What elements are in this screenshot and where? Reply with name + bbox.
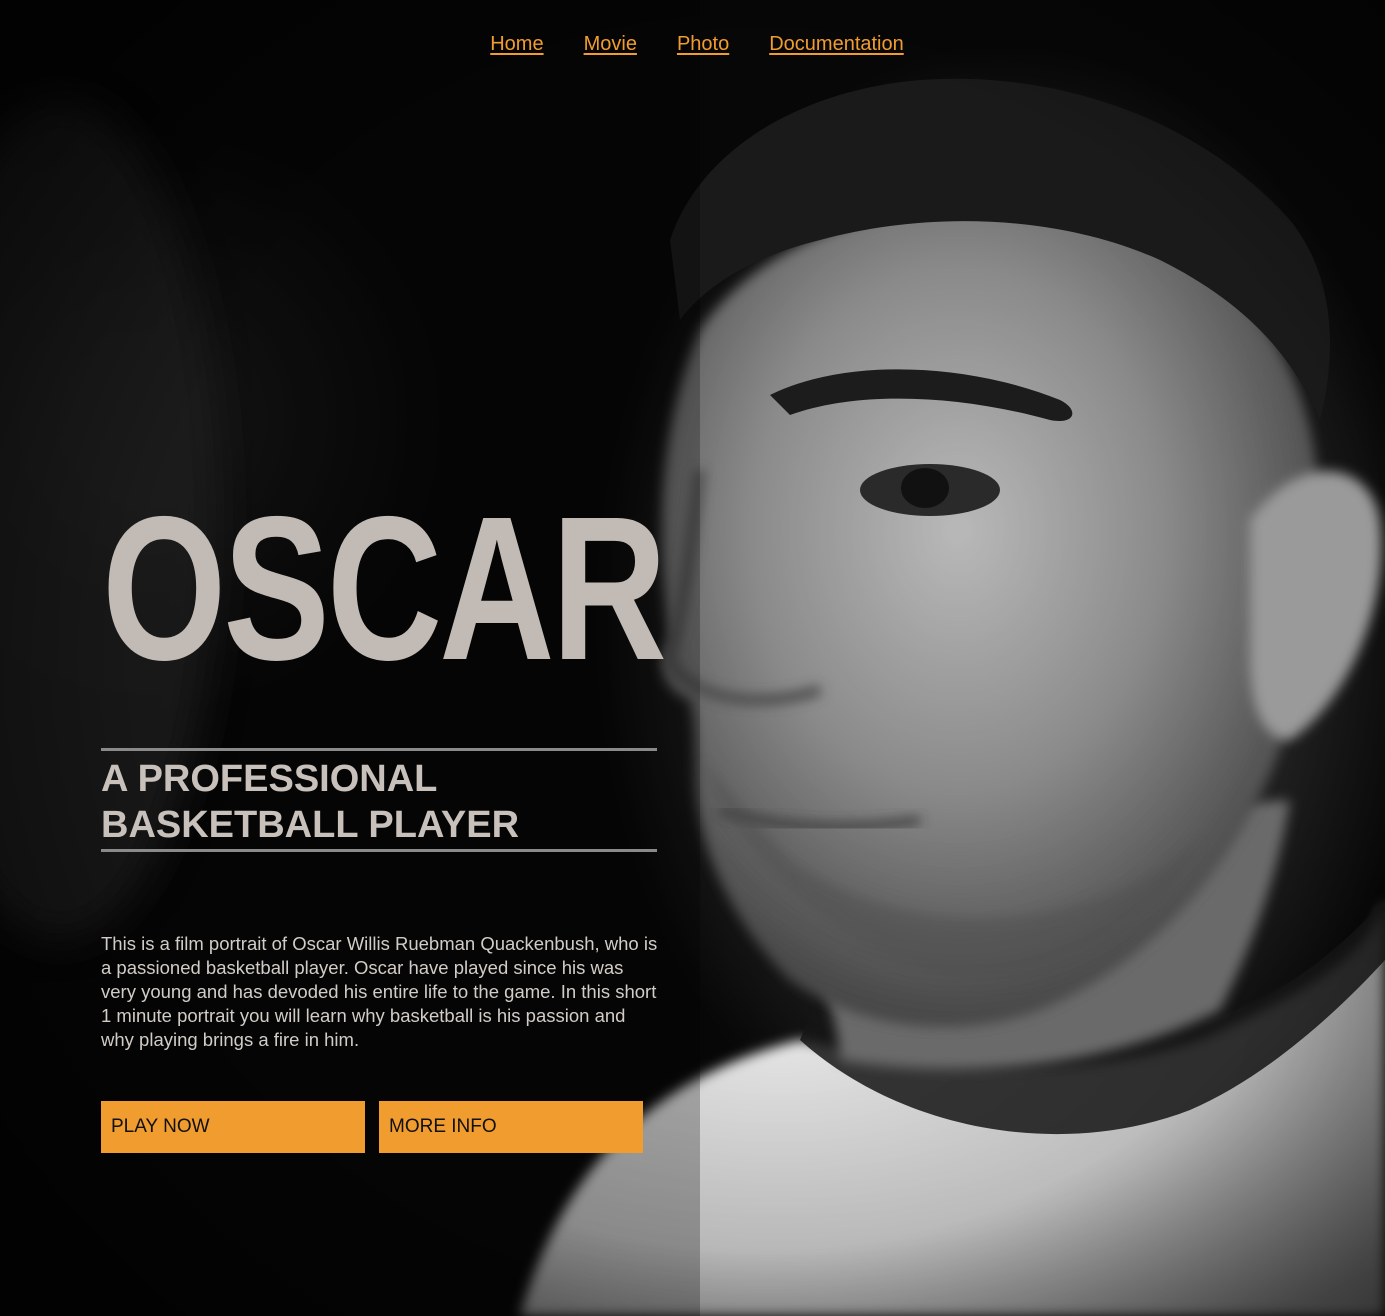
nav-link-documentation[interactable]: Documentation [769,33,904,56]
more-info-button[interactable]: MORE INFO [379,1101,643,1153]
subtitle-box: A PROFESSIONAL BASKETBALL PLAYER [101,748,657,852]
main-nav: Home Movie Photo Documentation [0,33,1385,56]
hero-subtitle: A PROFESSIONAL BASKETBALL PLAYER [101,758,520,846]
play-now-button[interactable]: PLAY NOW [101,1101,365,1153]
hero-description: This is a film portrait of Oscar Willis … [101,933,658,1050]
hero-page: Home Movie Photo Documentation OSCAR A P… [0,0,1385,1316]
nav-link-home[interactable]: Home [490,33,543,56]
nav-link-movie[interactable]: Movie [584,33,637,56]
nav-link-photo[interactable]: Photo [677,33,729,56]
hero-title: OSCAR [102,474,667,703]
